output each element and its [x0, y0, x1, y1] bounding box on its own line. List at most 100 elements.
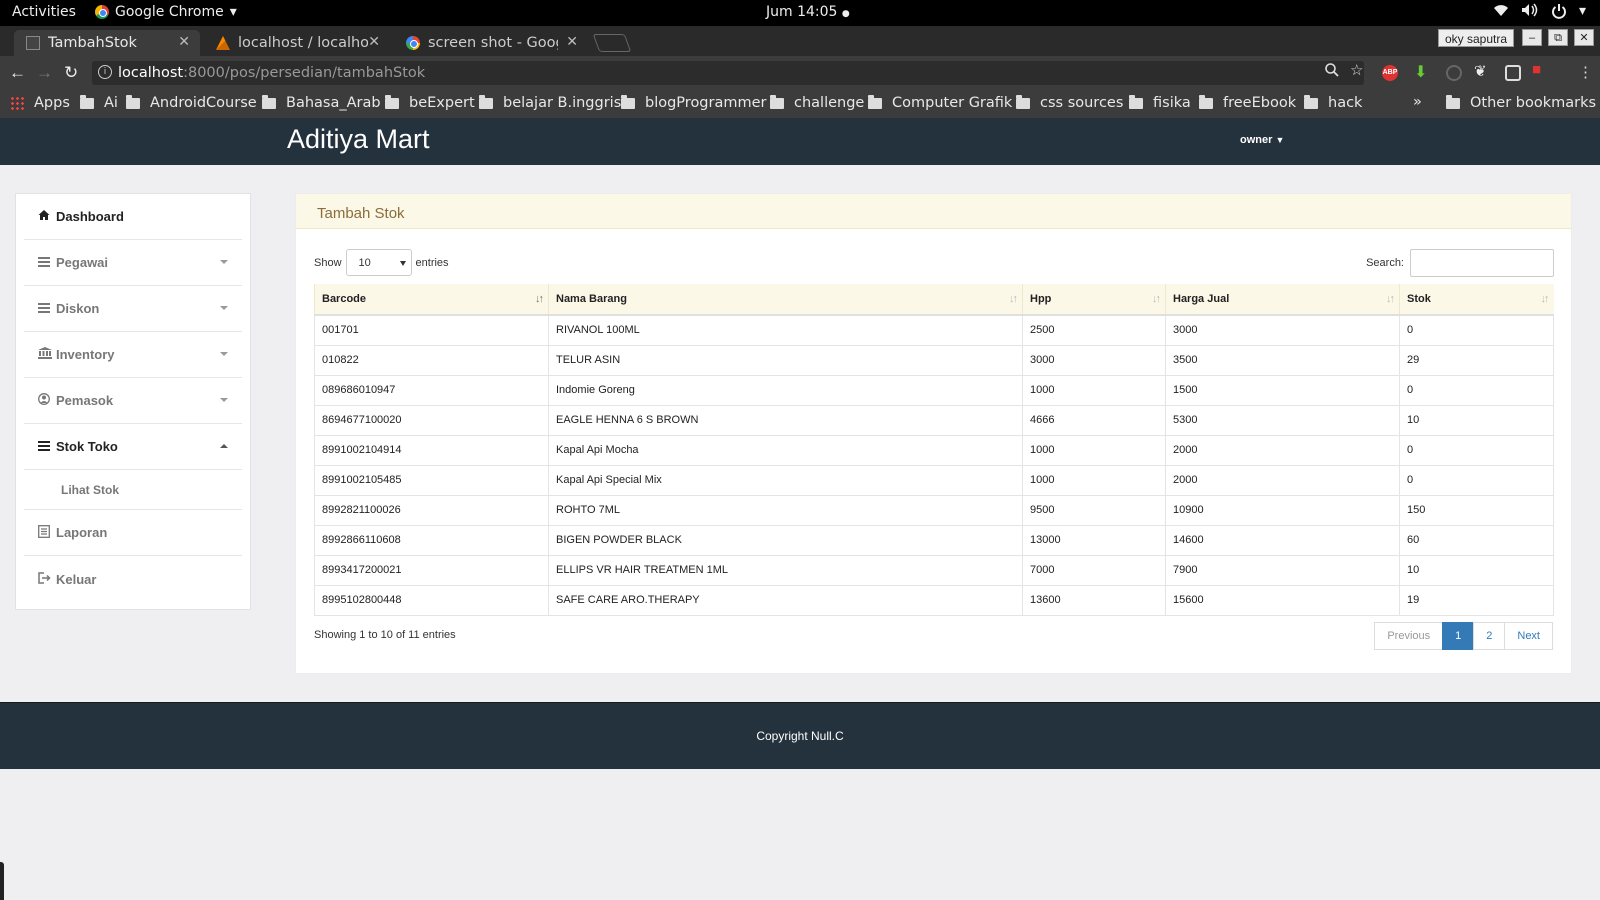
brand-title[interactable]: Aditiya Mart	[287, 124, 430, 155]
table-row[interactable]: 8991002104914 Kapal Api Mocha 1000 2000 0	[314, 435, 1554, 466]
minimize-button[interactable]: –	[1522, 29, 1542, 46]
column-header-stok[interactable]: Stok ↓↑	[1399, 284, 1554, 316]
bookmark-folder[interactable]: challenge	[770, 94, 864, 111]
bookmark-folder[interactable]: Bahasa_Arab	[262, 94, 381, 111]
table-row[interactable]: 001701 RIVANOL 100ML 2500 3000 0	[314, 315, 1554, 346]
page-button-1[interactable]: 1	[1442, 622, 1475, 650]
extension-icon[interactable]	[1446, 65, 1462, 81]
other-bookmarks[interactable]: Other bookmarks	[1446, 94, 1596, 111]
pagination: Previous 1 2 Next	[1374, 622, 1553, 650]
cell-stok: 10	[1399, 405, 1554, 436]
bookmark-folder[interactable]: freeEbook	[1199, 94, 1297, 111]
sidebar-item-stok-toko[interactable]: Stok Toko	[24, 424, 242, 470]
video-recorder-icon[interactable]: ■	[1532, 61, 1548, 78]
sidebar-item-pemasok[interactable]: Pemasok	[24, 378, 242, 424]
tab-google-search[interactable]: screen shot - Googl ✕	[394, 30, 588, 56]
cell-stok: 0	[1399, 465, 1554, 496]
tab-strip: TambahStok ✕ localhost / localhos ✕ scre…	[0, 26, 1600, 56]
cell-hpp: 1000	[1022, 435, 1166, 466]
table-row[interactable]: 8991002105485 Kapal Api Special Mix 1000 20…	[314, 465, 1554, 496]
system-tray[interactable]: ▾	[1493, 3, 1586, 23]
cell-harga-jual: 7900	[1165, 555, 1400, 586]
table-row[interactable]: 8995102800448 SAFE CARE ARO.THERAPY 13600 1…	[314, 585, 1554, 616]
bookmark-folder[interactable]: beExpert	[385, 94, 475, 111]
cell-barcode: 8995102800448	[314, 585, 549, 616]
bookmark-folder[interactable]: Computer Grafik	[868, 94, 1012, 111]
cell-stok: 0	[1399, 315, 1554, 346]
sidebar-item-pegawai[interactable]: Pegawai	[24, 240, 242, 286]
info-icon[interactable]: i	[98, 65, 112, 79]
url-host: localhost	[118, 65, 184, 81]
address-bar[interactable]: i localhost:8000/pos/persedian/tambahSto…	[92, 61, 1364, 85]
reload-icon[interactable]: ↻	[64, 63, 78, 83]
bookmark-folder[interactable]: fisika	[1129, 94, 1191, 111]
tab-tambahstok[interactable]: TambahStok ✕	[14, 30, 200, 56]
column-header-harga-jual[interactable]: Harga Jual ↓↑	[1165, 284, 1400, 316]
page-length-select[interactable]: 10	[345, 249, 412, 276]
close-window-button[interactable]: ✕	[1574, 29, 1594, 46]
bookmark-label: freeEbook	[1223, 95, 1297, 111]
folder-icon	[385, 94, 399, 109]
bookmark-label: Apps	[34, 95, 70, 111]
bookmark-folder[interactable]: blogProgrammer	[621, 94, 767, 111]
column-header-label: Stok	[1407, 293, 1431, 305]
download-icon[interactable]: ⬇	[1414, 62, 1430, 81]
new-tab-button[interactable]	[592, 34, 632, 52]
sidebar-subitem-lihat-stok[interactable]: Lihat Stok	[24, 470, 242, 510]
table-row[interactable]: 8694677100020 EAGLE HENNA 6 S BROWN 4666 53…	[314, 405, 1554, 436]
sidebar-item-dashboard[interactable]: Dashboard	[24, 194, 242, 240]
clock[interactable]: Jum 14:05 ●	[766, 4, 850, 20]
sidebar-item-laporan[interactable]: Laporan	[24, 510, 242, 556]
user-menu[interactable]: owner ▼	[1240, 134, 1284, 146]
star-icon[interactable]: ☆	[1350, 61, 1363, 79]
page-button-2[interactable]: 2	[1473, 622, 1506, 650]
zoom-icon[interactable]	[1325, 63, 1339, 81]
page-icon	[26, 36, 40, 50]
tab-phpmyadmin[interactable]: localhost / localhos ✕	[204, 30, 390, 56]
sidebar-item-diskon[interactable]: Diskon	[24, 286, 242, 332]
sort-asc-icon: ↓↑	[535, 293, 544, 305]
panel-title: Tambah Stok	[296, 194, 1571, 229]
chevron-down-icon: ▾	[229, 4, 237, 20]
column-header-hpp[interactable]: Hpp ↓↑	[1022, 284, 1166, 316]
table-row[interactable]: 8992821100026 ROHTO 7ML 9500 10900 150	[314, 495, 1554, 526]
app-navbar: Aditiya Mart owner ▼	[0, 118, 1600, 165]
activities-button[interactable]: Activities	[12, 4, 76, 20]
bookmark-folder[interactable]: AndroidCourse	[126, 94, 257, 111]
footer: Copyright Null.C	[0, 702, 1600, 769]
table-row[interactable]: 8992866110608 BIGEN POWDER BLACK 13000 1460…	[314, 525, 1554, 556]
close-icon[interactable]: ✕	[566, 34, 578, 50]
adblock-icon[interactable]: ABP	[1382, 65, 1398, 81]
previous-page-button[interactable]: Previous	[1374, 622, 1444, 650]
app-menu[interactable]: Google Chrome ▾	[95, 4, 237, 20]
search-input[interactable]	[1410, 249, 1554, 277]
column-header-nama-barang[interactable]: Nama Barang ↓↑	[548, 284, 1023, 316]
profile-button[interactable]: oky saputra	[1438, 29, 1515, 47]
sidebar-item-keluar[interactable]: Keluar	[24, 556, 242, 602]
bookmark-folder[interactable]: belajar B.inggris	[479, 94, 621, 111]
bookmark-apps[interactable]: Apps	[10, 95, 70, 111]
google-icon	[406, 36, 420, 50]
folder-icon	[80, 94, 94, 109]
table-row[interactable]: 010822 TELUR ASIN 3000 3500 29	[314, 345, 1554, 376]
bookmark-folder[interactable]: hack	[1304, 94, 1363, 111]
table-row[interactable]: 089686010947 Indomie Goreng 1000 1500 0	[314, 375, 1554, 406]
cast-icon[interactable]	[1505, 65, 1521, 81]
back-arrow-icon[interactable]: ←	[9, 63, 26, 83]
table-row[interactable]: 8993417200021 ELLIPS VR HAIR TREATMEN 1ML…	[314, 555, 1554, 586]
forward-arrow-icon[interactable]: →	[36, 63, 53, 83]
bookmarks-overflow-button[interactable]: »	[1413, 94, 1422, 110]
bookmark-folder[interactable]: css sources	[1016, 94, 1123, 111]
column-header-barcode[interactable]: Barcode ↓↑	[314, 284, 549, 316]
bookmark-label: hack	[1328, 95, 1363, 111]
extension-paw-icon[interactable]: ❦	[1474, 62, 1490, 80]
sidebar-item-inventory[interactable]: Inventory	[24, 332, 242, 378]
cell-stok: 10	[1399, 555, 1554, 586]
restore-button[interactable]: ⧉	[1548, 29, 1568, 46]
close-icon[interactable]: ✕	[368, 34, 380, 50]
next-page-button[interactable]: Next	[1504, 622, 1553, 650]
kebab-menu-icon[interactable]: ⋮	[1578, 63, 1593, 81]
bookmark-folder[interactable]: Ai	[80, 94, 118, 111]
sidebar-item-label: Lihat Stok	[61, 482, 120, 497]
close-icon[interactable]: ✕	[178, 34, 190, 50]
